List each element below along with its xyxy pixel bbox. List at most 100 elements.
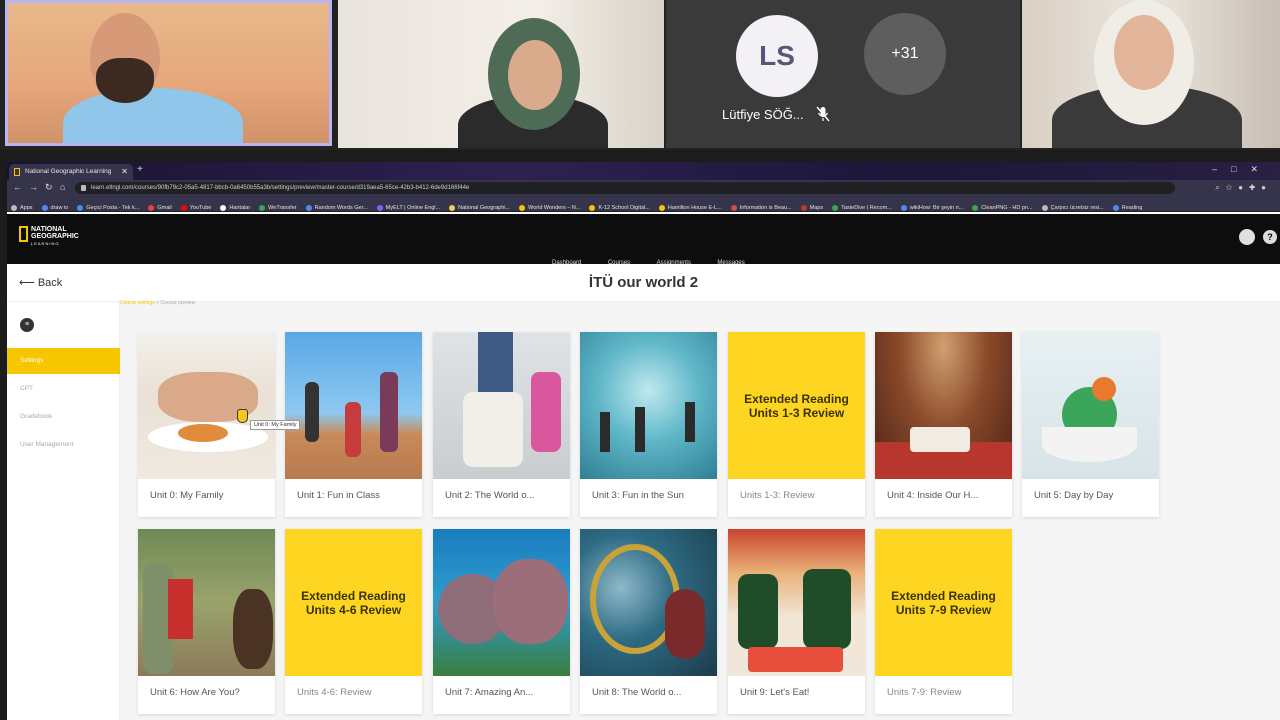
unit-label: Unit 7: Amazing An... (445, 687, 534, 698)
bookmark-favicon-icon (900, 204, 907, 211)
bookmark-item[interactable]: YouTube (180, 200, 212, 211)
unit-card[interactable]: Unit 8: The World o... (580, 529, 717, 714)
ngl-logo[interactable]: NATIONAL GEOGRAPHIC LEARNING (19, 226, 79, 247)
unit-card[interactable]: Unit 1: Fun in Class (285, 332, 422, 517)
participant-face (1114, 15, 1174, 90)
bookmark-item[interactable]: Information is Beau... (730, 200, 792, 211)
forward-arrow-icon[interactable]: → (29, 182, 38, 192)
bookmarks-bar: Apps draw io Geçici Posta - Tek k... Gmail Y… (7, 196, 1280, 212)
bookmark-label: Geçici Posta - Tek k... (86, 205, 140, 211)
unit-card[interactable]: Unit 3: Fun in the Sun (580, 332, 717, 517)
bookmark-item[interactable]: MyELT | Online Engl... (376, 200, 440, 211)
back-arrow-icon[interactable]: ← (13, 182, 22, 192)
review-card[interactable]: Extended Reading Units 1-3 Review Units … (728, 332, 865, 517)
unit-label: Unit 6: How Are You? (150, 687, 240, 698)
reload-icon[interactable]: ↻ (45, 182, 53, 193)
sidebar-item-settings[interactable]: Settings (7, 348, 120, 374)
home-icon[interactable]: ⌂ (60, 182, 65, 192)
page-header: ⟵ Back İTÜ our world 2 (7, 264, 1280, 302)
review-cover: Extended Reading Units 7-9 Review (875, 529, 1012, 676)
unit-label: Unit 2: The World o... (445, 490, 535, 501)
breadcrumb-current: > Course preview (154, 300, 196, 306)
browser-tab[interactable]: National Geographic Learning ✕ (9, 164, 133, 180)
more-participants-button[interactable]: +31 (864, 13, 946, 95)
bookmark-label: TasteDive | Recom... (841, 205, 892, 211)
user-profile-icon[interactable] (1239, 229, 1255, 245)
bookmark-favicon-icon (305, 204, 312, 211)
page-title: İTÜ our world 2 (588, 274, 699, 291)
bookmark-item[interactable]: Gmail (148, 200, 172, 211)
url-text: learn.eltngl.com/courses/90fb79c2-05a5-4… (91, 185, 470, 191)
review-card[interactable]: Extended Reading Units 4-6 Review Units … (285, 529, 422, 714)
unit-card[interactable]: Unit 4: Inside Our H... (875, 332, 1012, 517)
help-icon[interactable]: ? (1263, 230, 1277, 244)
window-controls[interactable]: –□✕ (1212, 164, 1272, 175)
participant-face (508, 40, 562, 110)
bookmark-label: Hamilton House E-L... (667, 205, 722, 211)
breadcrumb-course-settings[interactable]: Course settings (120, 300, 155, 306)
bookmark-item[interactable]: draw io (41, 200, 68, 211)
browser-window: National Geographic Learning ✕ + –□✕ ← →… (7, 162, 1280, 720)
participant-video-1[interactable] (5, 0, 332, 146)
bookmark-favicon-icon (1041, 204, 1048, 211)
participant-video-4[interactable] (1022, 0, 1280, 148)
unit-thumbnail (580, 529, 717, 676)
sidebar-item-gradebook[interactable]: Gradebook (7, 404, 120, 430)
extension-icons[interactable]: ⌕☆●✚● (1215, 183, 1272, 193)
bookmark-item[interactable]: Haritalar (220, 200, 250, 211)
unit-thumbnail (138, 529, 275, 676)
bookmark-item[interactable]: TasteDive | Recom... (832, 200, 892, 211)
bookmark-item[interactable]: Çarpıcı ücretsiz resi... (1041, 200, 1104, 211)
bookmark-item[interactable]: Reading (1112, 200, 1143, 211)
bookmark-favicon-icon (730, 204, 737, 211)
bookmark-label: YouTube (189, 205, 212, 211)
bookmark-label: National Geographi... (458, 205, 511, 211)
new-tab-button[interactable]: + (137, 164, 143, 175)
bookmark-favicon-icon (589, 204, 596, 211)
unit-card[interactable]: Unit 6: How Are You? (138, 529, 275, 714)
unit-label: Unit 5: Day by Day (1034, 490, 1114, 501)
bookmark-favicon-icon (41, 204, 48, 211)
bookmark-item[interactable]: Maps (800, 200, 824, 211)
bookmark-label: WeTransfer (268, 205, 297, 211)
bookmark-label: Random Words Ger... (314, 205, 368, 211)
unit-card[interactable]: Unit 9: Let's Eat! (728, 529, 865, 714)
participant-avatar-ls[interactable]: LS (736, 15, 818, 97)
bookmark-favicon-icon (449, 204, 456, 211)
bookmark-item[interactable]: K-12 School Digital... (589, 200, 650, 211)
logo-sub: LEARNING (31, 241, 60, 246)
unit-card[interactable]: Unit 5: Day by Day (1022, 332, 1159, 517)
bookmark-item[interactable]: World Wonders – N... (519, 200, 580, 211)
close-tab-icon[interactable]: ✕ (121, 164, 128, 180)
bookmark-label: Reading (1121, 205, 1143, 211)
bookmark-item[interactable]: Geçici Posta - Tek k... (77, 200, 140, 211)
bookmark-item[interactable]: Random Words Ger... (305, 200, 368, 211)
bookmark-favicon-icon (259, 204, 266, 211)
participant-video-2[interactable] (338, 0, 664, 148)
review-cover-text: Extended Reading Units 1-3 Review (744, 391, 849, 420)
bookmark-favicon-icon (148, 204, 155, 211)
bookmark-label: Maps (809, 205, 824, 211)
unit-label: Units 7-9: Review (887, 687, 962, 698)
address-bar-row: ← → ↻ ⌂ learn.eltngl.com/courses/90fb79c… (7, 180, 1280, 196)
unit-card[interactable]: Unit 7: Amazing An... (433, 529, 570, 714)
unit-thumbnail (580, 332, 717, 479)
bookmark-item[interactable]: CleanPNG - HD pn... (972, 200, 1033, 211)
unit-card[interactable]: Unit 2: The World o... (433, 332, 570, 517)
bookmark-item[interactable]: WeTransfer (259, 200, 297, 211)
bookmark-favicon-icon (376, 204, 383, 211)
sidebar-item-user-management[interactable]: User Management (7, 432, 120, 458)
participant-video-3[interactable] (666, 0, 1020, 148)
bookmark-item[interactable]: wikiHow: Bir şeyin n... (900, 200, 963, 211)
bookmark-item[interactable]: National Geographi... (449, 200, 511, 211)
lock-icon (81, 185, 86, 191)
unit-label: Unit 1: Fun in Class (297, 490, 380, 501)
bookmark-item[interactable]: Hamilton House E-L... (658, 200, 722, 211)
participant-name: Lütfiye SÖĞ... (722, 107, 804, 122)
bookmark-item[interactable]: Apps (11, 200, 33, 211)
sidebar-item-cpt[interactable]: CPT (7, 376, 120, 402)
review-card[interactable]: Extended Reading Units 7-9 Review Units … (875, 529, 1012, 714)
bookmark-favicon-icon (800, 204, 807, 211)
url-field[interactable]: learn.eltngl.com/courses/90fb79c2-05a5-4… (75, 182, 1175, 194)
menu-toggle-icon[interactable]: ≡ (20, 318, 34, 332)
